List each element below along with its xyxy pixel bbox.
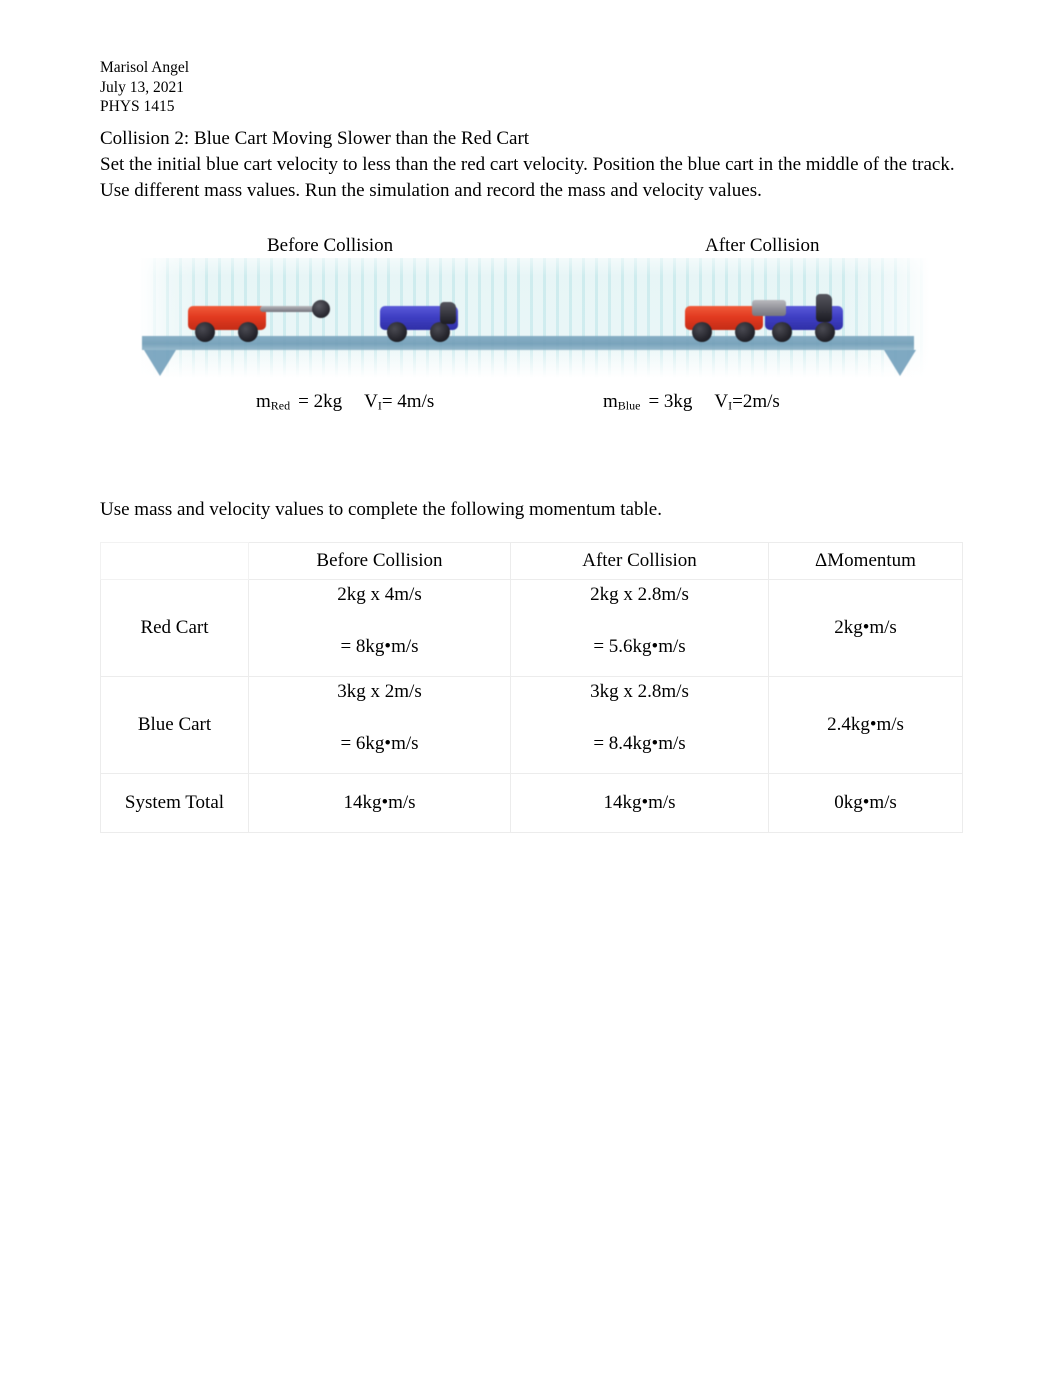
red-cart-wheel-front-after [692, 322, 712, 342]
document-header: Marisol Angel July 13, 2021 PHYS 1415 [100, 58, 189, 117]
momentum-table-prompt: Use mass and velocity values to complete… [100, 499, 662, 520]
total-delta-cell: 0kg•m/s [768, 773, 963, 833]
total-after-cell: 14kg•m/s [510, 773, 769, 833]
total-before-cell: 14kg•m/s [248, 773, 511, 833]
row-label-red-cart: Red Cart [100, 579, 249, 677]
section-title: Collision 2: Blue Cart Moving Slower tha… [100, 128, 530, 149]
blue-cart-before-cell: 3kg x 2m/s = 6kg•m/s [248, 676, 511, 774]
track-bar [142, 336, 914, 350]
red-velocity-value: = 4m/s [381, 391, 435, 412]
header-cell-after: After Collision [510, 542, 769, 580]
table-row: System Total 14kg•m/s 14kg•m/s 0kg•m/s [100, 773, 963, 833]
blue-before-expression: 3kg x 2m/s [337, 681, 422, 702]
momentum-table: Before Collision After Collision ΔMoment… [100, 542, 963, 833]
blue-mass-value: = 3kg [648, 391, 693, 412]
red-mass-value: = 2kg [298, 391, 343, 412]
track-support-right [884, 350, 916, 376]
red-cart-wheel-rear [238, 322, 258, 342]
blue-cart-wheel-rear-after [815, 322, 835, 342]
table-row: Blue Cart 3kg x 2m/s = 6kg•m/s 3kg x 2.8… [100, 676, 963, 774]
red-before-expression: 2kg x 4m/s [337, 584, 422, 605]
row-label-system-total: System Total [100, 773, 249, 833]
red-cart-wheel-front [195, 322, 215, 342]
collision-simulation-figure [140, 258, 930, 378]
red-cart-wheel-rear-after [735, 322, 755, 342]
blue-after-expression: 3kg x 2.8m/s [590, 681, 689, 702]
blue-after-result: = 8.4kg•m/s [593, 733, 686, 754]
red-cart-values: mRed = 2kg VI= 4m/s [256, 390, 434, 418]
blue-cart-values: mBlue = 3kg VI=2m/s [603, 390, 780, 418]
author-name: Marisol Angel [100, 59, 190, 76]
blue-before-result: = 6kg•m/s [340, 733, 419, 754]
after-collision-label: After Collision [705, 235, 820, 256]
course-code: PHYS 1415 [100, 98, 175, 115]
blue-cart-bumper-after [816, 294, 832, 322]
red-after-expression: 2kg x 2.8m/s [590, 584, 689, 605]
red-cart-plunger-arm [260, 306, 318, 312]
red-after-result: = 5.6kg•m/s [593, 636, 686, 657]
red-cart-after-cell: 2kg x 2.8m/s = 5.6kg•m/s [510, 579, 769, 677]
blue-velocity-value: =2m/s [732, 391, 780, 412]
track-support-left [144, 350, 176, 376]
red-cart-delta-cell: 2kg•m/s [768, 579, 963, 677]
document-date: July 13, 2021 [100, 78, 184, 96]
simulation-canvas [140, 258, 930, 378]
red-before-result: = 8kg•m/s [340, 636, 419, 657]
header-cell-before: Before Collision [248, 542, 511, 580]
header-cell-blank [100, 542, 249, 580]
red-velocity-symbol: V [364, 391, 378, 412]
table-row: Red Cart 2kg x 4m/s = 8kg•m/s 2kg x 2.8m… [100, 579, 963, 677]
blue-cart-bumper-before [440, 302, 456, 324]
blue-mass-subscript: Blue [617, 398, 641, 413]
blue-cart-delta-cell: 2.4kg•m/s [768, 676, 963, 774]
red-cart-before [188, 306, 266, 342]
document-page: Marisol Angel July 13, 2021 PHYS 1415 Co… [0, 0, 1062, 1377]
blue-mass-symbol: m [603, 391, 618, 412]
red-cart-before-cell: 2kg x 4m/s = 8kg•m/s [248, 579, 511, 677]
section-instructions: Set the initial blue cart velocity to le… [100, 154, 955, 201]
blue-cart-wheel-front-after [772, 322, 792, 342]
red-cart-plunger-knob [312, 300, 330, 318]
red-mass-subscript: Red [270, 398, 291, 413]
blue-cart-wheel-rear [430, 322, 450, 342]
blue-cart-wheel-front [387, 322, 407, 342]
row-label-blue-cart: Blue Cart [100, 676, 249, 774]
red-mass-symbol: m [256, 391, 271, 412]
blue-cart-after-cell: 3kg x 2.8m/s = 8.4kg•m/s [510, 676, 769, 774]
before-collision-label: Before Collision [267, 235, 394, 256]
red-cart-plunger-arm-after [752, 300, 786, 316]
blue-velocity-symbol: V [714, 391, 729, 412]
header-cell-delta: ΔMomentum [768, 542, 963, 580]
table-header-row: Before Collision After Collision ΔMoment… [100, 542, 963, 580]
